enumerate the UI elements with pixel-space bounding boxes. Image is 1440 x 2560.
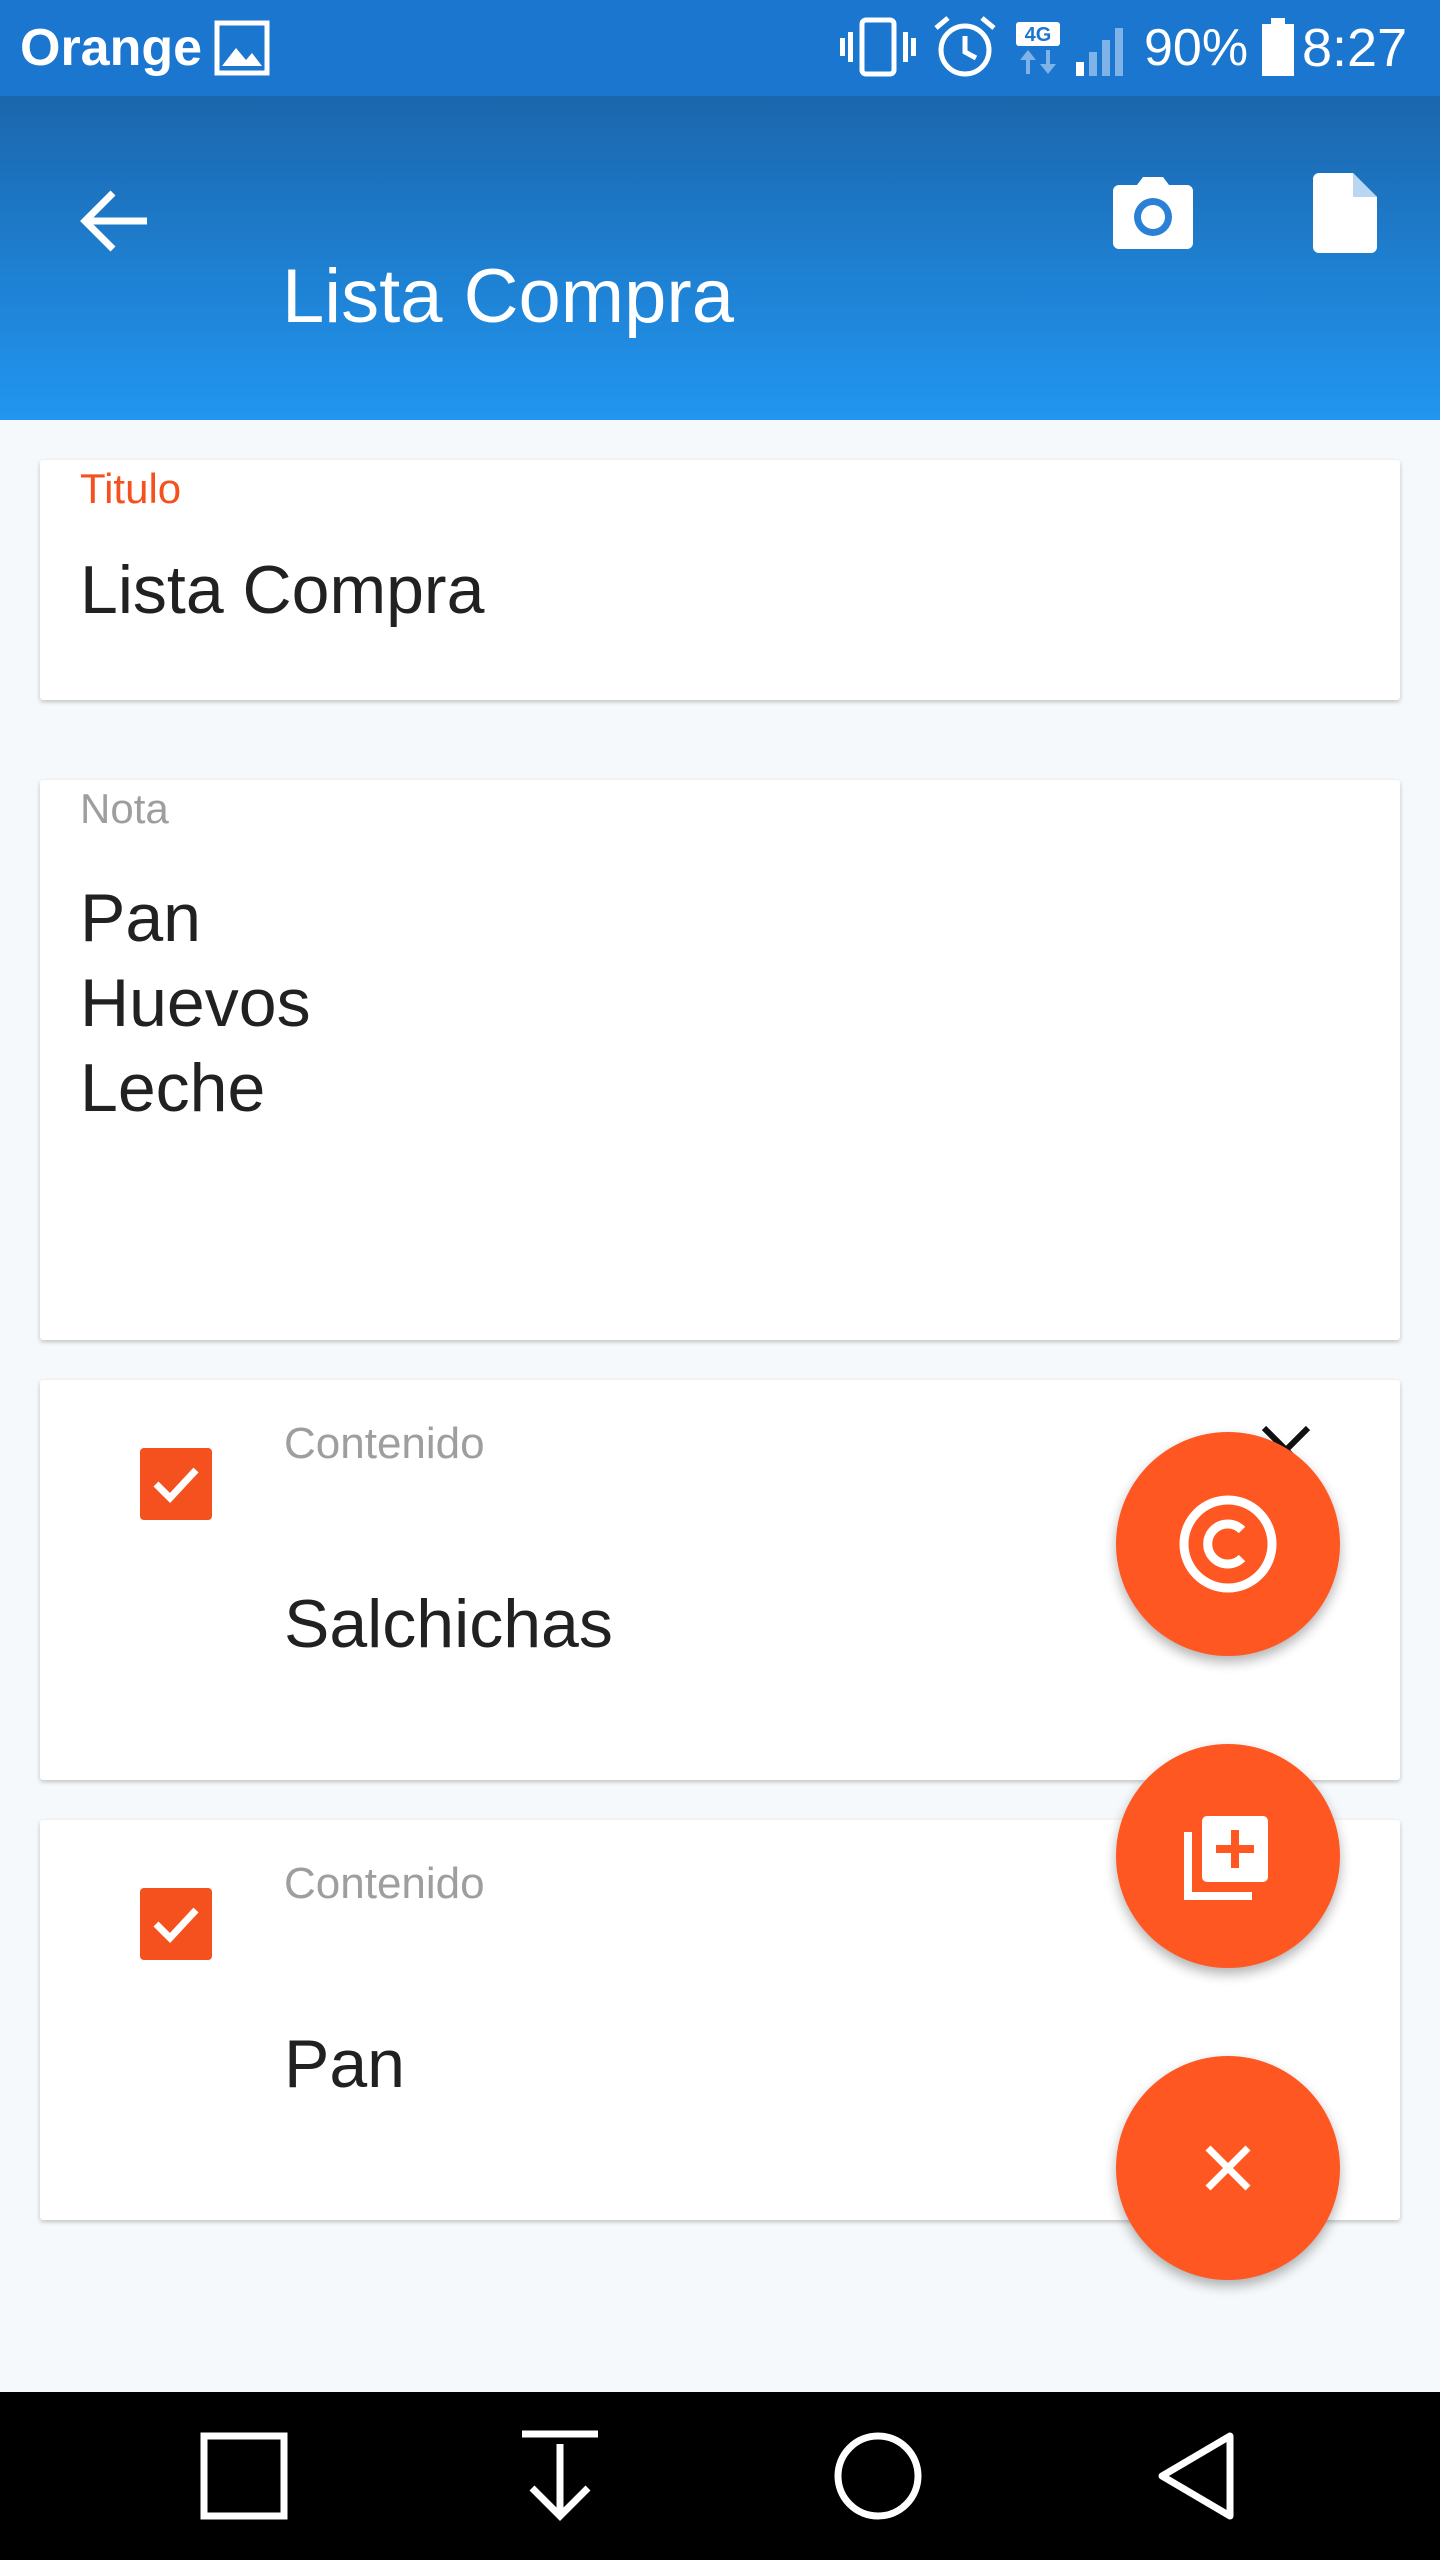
check-icon [153,1907,199,1944]
download-icon [522,2430,598,2521]
recent-apps-button[interactable] [194,2426,294,2526]
arrow-back-icon [80,190,147,252]
note-field-card: Nota Pan Huevos Leche [40,780,1400,1340]
notification-pull-button[interactable] [510,2426,610,2526]
copyright-fab[interactable] [1116,1432,1340,1656]
clock: 8:27 [1302,18,1408,78]
recent-apps-icon [200,2432,288,2520]
back-button[interactable] [60,166,170,276]
note-line: Pan [80,880,201,956]
add-item-fab[interactable] [1116,1744,1340,1968]
system-nav-bar [0,2392,1440,2560]
camera-button[interactable] [1098,158,1208,268]
note-line: Leche [80,1050,266,1126]
toolbar-title: Lista Compra [282,254,734,339]
note-field-input[interactable]: Pan Huevos Leche [80,876,311,1131]
add-copy-icon [1184,1816,1268,1900]
status-bar: Orange 4G 90% 8:27 [0,0,1440,96]
battery-percent: 90% [1144,19,1249,77]
home-button[interactable] [828,2426,928,2526]
back-icon [1158,2432,1234,2520]
item-checkbox[interactable] [140,1448,212,1520]
camera-icon [1113,177,1193,249]
title-field-card: Titulo Lista Compra [40,460,1400,700]
item-input[interactable]: Salchichas [284,1584,613,1664]
title-field-input[interactable]: Lista Compra [80,550,484,630]
battery-icon [1260,18,1296,83]
file-button[interactable] [1290,158,1400,268]
file-icon [1313,173,1377,253]
app-toolbar: Lista Compra [0,96,1440,420]
vibrate-icon [838,16,918,83]
nav-back-button[interactable] [1146,2426,1246,2526]
home-icon [834,2432,922,2520]
item-input[interactable]: Pan [284,2024,405,2104]
network-4g-icon: 4G [1014,20,1064,81]
svg-text:4G: 4G [1025,24,1052,46]
item-label: Contenido [284,1419,485,1468]
note-line: Huevos [80,965,311,1041]
title-field-label: Titulo [80,465,182,512]
item-checkbox[interactable] [140,1888,212,1960]
note-field-label: Nota [80,785,169,832]
item-label: Contenido [284,1859,485,1908]
close-icon [1205,2145,1251,2191]
gallery-icon [214,20,270,81]
copyright-icon [1179,1495,1277,1593]
check-icon [153,1467,199,1504]
carrier-name: Orange [20,19,203,77]
alarm-icon [932,14,998,85]
close-fab[interactable] [1116,2056,1340,2280]
signal-icon [1074,20,1134,83]
